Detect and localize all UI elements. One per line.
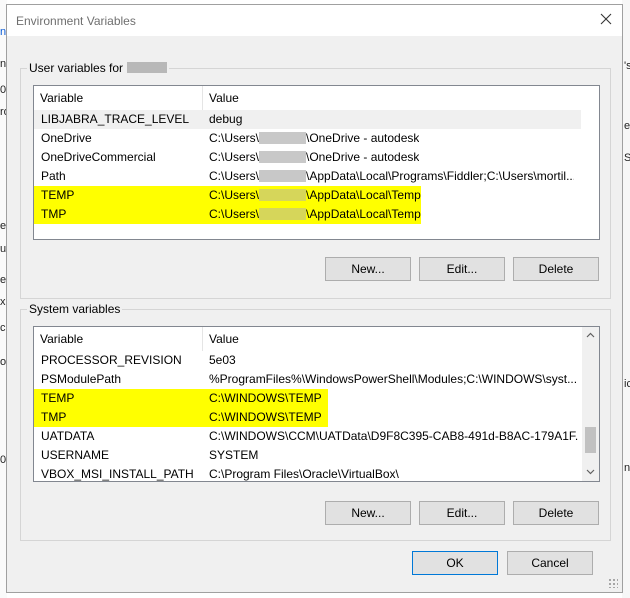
variable-name: LIBJABRA_TRACE_LEVEL: [41, 112, 190, 126]
column-header-value[interactable]: Value: [203, 327, 503, 351]
user-edit-button[interactable]: Edit...: [419, 257, 505, 281]
variable-name: PSModulePath: [41, 372, 122, 386]
chevron-up-icon[interactable]: [582, 327, 599, 344]
variable-name: UATDATA: [41, 429, 95, 443]
variable-value: C:\WINDOWS\TEMP: [209, 391, 322, 405]
variable-name: PROCESSOR_REVISION: [41, 353, 182, 367]
redacted-username: [259, 151, 307, 163]
table-row-highlighted[interactable]: TEMP C:\Users\ \AppData\Local\Temp: [34, 186, 421, 205]
table-row-highlighted[interactable]: TMP C:\Users\ \AppData\Local\Temp: [34, 205, 421, 224]
system-variables-list[interactable]: Variable Value PROCESSOR_REVISION 5e03 P…: [33, 326, 600, 482]
system-variables-group: System variables Variable Value PROCESSO…: [20, 302, 611, 541]
variable-name: VBOX_MSI_INSTALL_PATH: [41, 467, 194, 481]
table-row-highlighted[interactable]: TMP C:\WINDOWS\TEMP: [34, 408, 328, 427]
column-header-variable[interactable]: Variable: [34, 86, 202, 110]
background-text: e: [624, 120, 630, 132]
background-text: n: [624, 462, 630, 474]
cancel-button[interactable]: Cancel: [507, 551, 593, 575]
user-variables-label: User variables for: [27, 61, 170, 75]
variable-name: TMP: [41, 207, 67, 221]
variable-value: debug: [209, 112, 243, 126]
variable-value: C:\Users\ \AppData\Local\Temp: [209, 188, 421, 202]
background-window-right: [622, 0, 630, 598]
resize-grip[interactable]: [608, 578, 618, 588]
table-row[interactable]: LIBJABRA_TRACE_LEVEL debug: [34, 110, 581, 129]
background-text: x: [0, 296, 6, 308]
variable-name: TEMP: [41, 391, 75, 405]
close-icon[interactable]: [599, 12, 613, 26]
variable-value: C:\Users\ \OneDrive - autodesk: [209, 150, 420, 164]
variable-value: C:\Users\ \AppData\Local\Programs\Fiddler…: [209, 169, 574, 183]
list-header: Variable Value: [34, 327, 581, 351]
scrollbar-vertical[interactable]: [582, 327, 599, 481]
variable-value: 5e03: [209, 353, 236, 367]
list-header: Variable Value: [34, 86, 581, 110]
redacted-username: [259, 208, 307, 220]
user-variables-group: User variables for Variable Value LIBJAB…: [20, 61, 611, 299]
window-title: Environment Variables: [16, 14, 136, 28]
system-new-button[interactable]: New...: [325, 501, 411, 525]
system-edit-button[interactable]: Edit...: [419, 501, 505, 525]
variable-value: C:\Users\ \OneDrive - autodesk: [209, 131, 420, 145]
user-new-button[interactable]: New...: [325, 257, 411, 281]
title-bar[interactable]: Environment Variables: [7, 5, 622, 36]
column-header-variable[interactable]: Variable: [34, 327, 202, 351]
variable-value: C:\WINDOWS\TEMP: [209, 410, 322, 424]
column-header-value[interactable]: Value: [203, 86, 503, 110]
background-text: ic: [624, 378, 630, 390]
variable-value: SYSTEM: [209, 448, 259, 462]
variable-name: OneDriveCommercial: [41, 150, 156, 164]
redacted-username: [259, 170, 307, 182]
scrollbar-vertical[interactable]: [582, 86, 599, 239]
redacted-username: [127, 62, 168, 73]
variable-name: TEMP: [41, 188, 75, 202]
environment-variables-dialog: Environment Variables User variables for…: [6, 4, 623, 593]
variable-name: USERNAME: [41, 448, 110, 462]
background-text: 's: [624, 60, 630, 72]
background-text: S: [624, 152, 630, 164]
system-delete-button[interactable]: Delete: [513, 501, 599, 525]
redacted-username: [259, 132, 307, 144]
variable-name: TMP: [41, 410, 67, 424]
variable-value: C:\WINDOWS\CCM\UATData\D9F8C395-CAB8-491…: [209, 429, 579, 443]
user-variables-list[interactable]: Variable Value LIBJABRA_TRACE_LEVEL debu…: [33, 85, 600, 240]
variable-value: C:\Program Files\Oracle\VirtualBox\: [209, 467, 399, 481]
system-variables-label: System variables: [27, 302, 123, 316]
scrollbar-thumb[interactable]: [585, 427, 596, 453]
variable-name: OneDrive: [41, 131, 92, 145]
table-row-highlighted[interactable]: TEMP C:\WINDOWS\TEMP: [34, 389, 328, 408]
variable-name: Path: [41, 169, 66, 183]
ok-button[interactable]: OK: [412, 551, 498, 575]
redacted-username: [259, 189, 307, 201]
chevron-down-icon[interactable]: [582, 464, 599, 481]
user-delete-button[interactable]: Delete: [513, 257, 599, 281]
variable-value: C:\Users\ \AppData\Local\Temp: [209, 207, 421, 221]
variable-value: %ProgramFiles%\WindowsPowerShell\Modules…: [209, 372, 578, 386]
